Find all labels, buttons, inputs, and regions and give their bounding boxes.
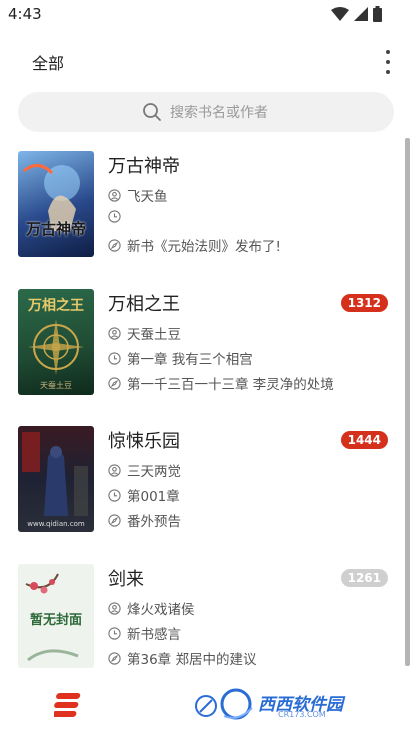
more-dot-icon <box>386 50 390 54</box>
list-item[interactable]: 暂无封面 剑来 1261 烽火戏诸侯 新书感言 第36章 郑居中的建议 <box>0 564 412 684</box>
latest-chapter: 番外预告 <box>127 514 181 530</box>
cover-author: www.qidian.com <box>27 520 85 528</box>
book-author: 天蚕土豆 <box>108 323 181 343</box>
page-title[interactable]: 全部 <box>32 50 64 74</box>
book-progress: 第001章 <box>108 485 180 505</box>
unread-count-badge: 1444 <box>340 431 388 449</box>
book-latest: 新书《元始法则》发布了! <box>108 235 281 255</box>
compass-icon <box>108 238 121 252</box>
book-latest: 第36章 郑居中的建议 <box>108 648 256 668</box>
cover-title: 万相之王 <box>28 298 84 314</box>
book-title: 剑来 <box>108 569 144 590</box>
author-icon <box>108 188 121 202</box>
cover-art-icon <box>23 164 80 231</box>
compass-icon <box>108 376 121 390</box>
book-author: 三天两觉 <box>108 460 181 480</box>
more-menu-button[interactable] <box>378 50 398 74</box>
latest-chapter: 第36章 郑居中的建议 <box>127 652 257 668</box>
book-title: 万古神帝 <box>108 156 180 177</box>
book-author: 飞天鱼 <box>108 185 168 205</box>
cover-title: 暂无封面 <box>29 613 82 628</box>
clock-icon <box>108 488 121 502</box>
header: 全部 <box>0 40 412 80</box>
cover-art-icon <box>22 432 88 516</box>
more-dot-icon <box>386 60 390 64</box>
watermark: 西西软件园 CR173.COM <box>194 686 394 722</box>
clock-icon <box>108 351 121 365</box>
status-time: 4:43 <box>8 5 42 23</box>
status-bar: 4:43 <box>0 0 412 28</box>
list-item[interactable]: 万相之王 天蚕土豆 万相之王 1312 天蚕土豆 第一章 我有三个相宫 第一千三… <box>0 289 412 409</box>
unread-count-badge: 1261 <box>340 569 388 587</box>
cover-author: 天蚕土豆 <box>40 381 72 390</box>
progress-text: 新书感言 <box>127 627 181 643</box>
compass-icon <box>108 513 121 527</box>
author-name: 天蚕土豆 <box>127 327 181 343</box>
author-name: 飞天鱼 <box>127 189 168 205</box>
book-author: 烽火戏诸侯 <box>108 598 195 618</box>
book-cover: www.qidian.com <box>18 426 94 532</box>
progress-text: 第一章 我有三个相宫 <box>127 352 253 368</box>
book-cover: 万古神帝 <box>18 151 94 257</box>
book-progress: 新书感言 <box>108 623 181 643</box>
search-placeholder: 搜索书名或作者 <box>170 105 268 121</box>
signal-icon <box>354 7 368 21</box>
compass-icon <box>108 651 121 665</box>
book-title: 万相之王 <box>108 294 180 315</box>
book-progress: 第一章 我有三个相宫 <box>108 348 253 368</box>
list-item[interactable]: www.qidian.com 惊悚乐园 1444 三天两觉 第001章 番外预告 <box>0 426 412 546</box>
author-icon <box>108 463 121 477</box>
more-dot-icon <box>386 70 390 74</box>
list-item[interactable]: 万古神帝 万古神帝 飞天鱼 新书《元始法则》发布了! <box>0 151 412 271</box>
progress-text: 第001章 <box>127 489 180 505</box>
book-latest: 番外预告 <box>108 510 181 530</box>
search-input[interactable]: 搜索书名或作者 <box>18 92 394 132</box>
book-progress <box>108 210 127 223</box>
status-icons <box>331 6 382 22</box>
watermark-logo-icon <box>195 688 253 720</box>
bookshelf-tab-icon[interactable] <box>54 692 82 718</box>
wifi-icon <box>331 7 349 21</box>
watermark-sub: CR173.COM <box>278 710 326 719</box>
book-cover: 暂无封面 <box>18 564 94 668</box>
search-icon <box>143 103 161 121</box>
book-latest: 第一千三百一十三章 李灵净的处境 <box>108 373 334 393</box>
author-icon <box>108 601 121 615</box>
cover-title: 万古神帝 <box>25 220 86 238</box>
latest-chapter: 新书《元始法则》发布了! <box>127 239 281 255</box>
unread-count-badge: 1312 <box>340 294 388 312</box>
author-icon <box>108 326 121 340</box>
clock-icon <box>108 210 121 223</box>
author-name: 三天两觉 <box>127 464 181 480</box>
book-cover: 万相之王 天蚕土豆 <box>18 289 94 395</box>
battery-icon <box>373 6 382 22</box>
book-title: 惊悚乐园 <box>108 431 180 452</box>
latest-chapter: 第一千三百一十三章 李灵净的处境 <box>127 377 334 393</box>
clock-icon <box>108 626 121 640</box>
author-name: 烽火戏诸侯 <box>127 602 195 618</box>
